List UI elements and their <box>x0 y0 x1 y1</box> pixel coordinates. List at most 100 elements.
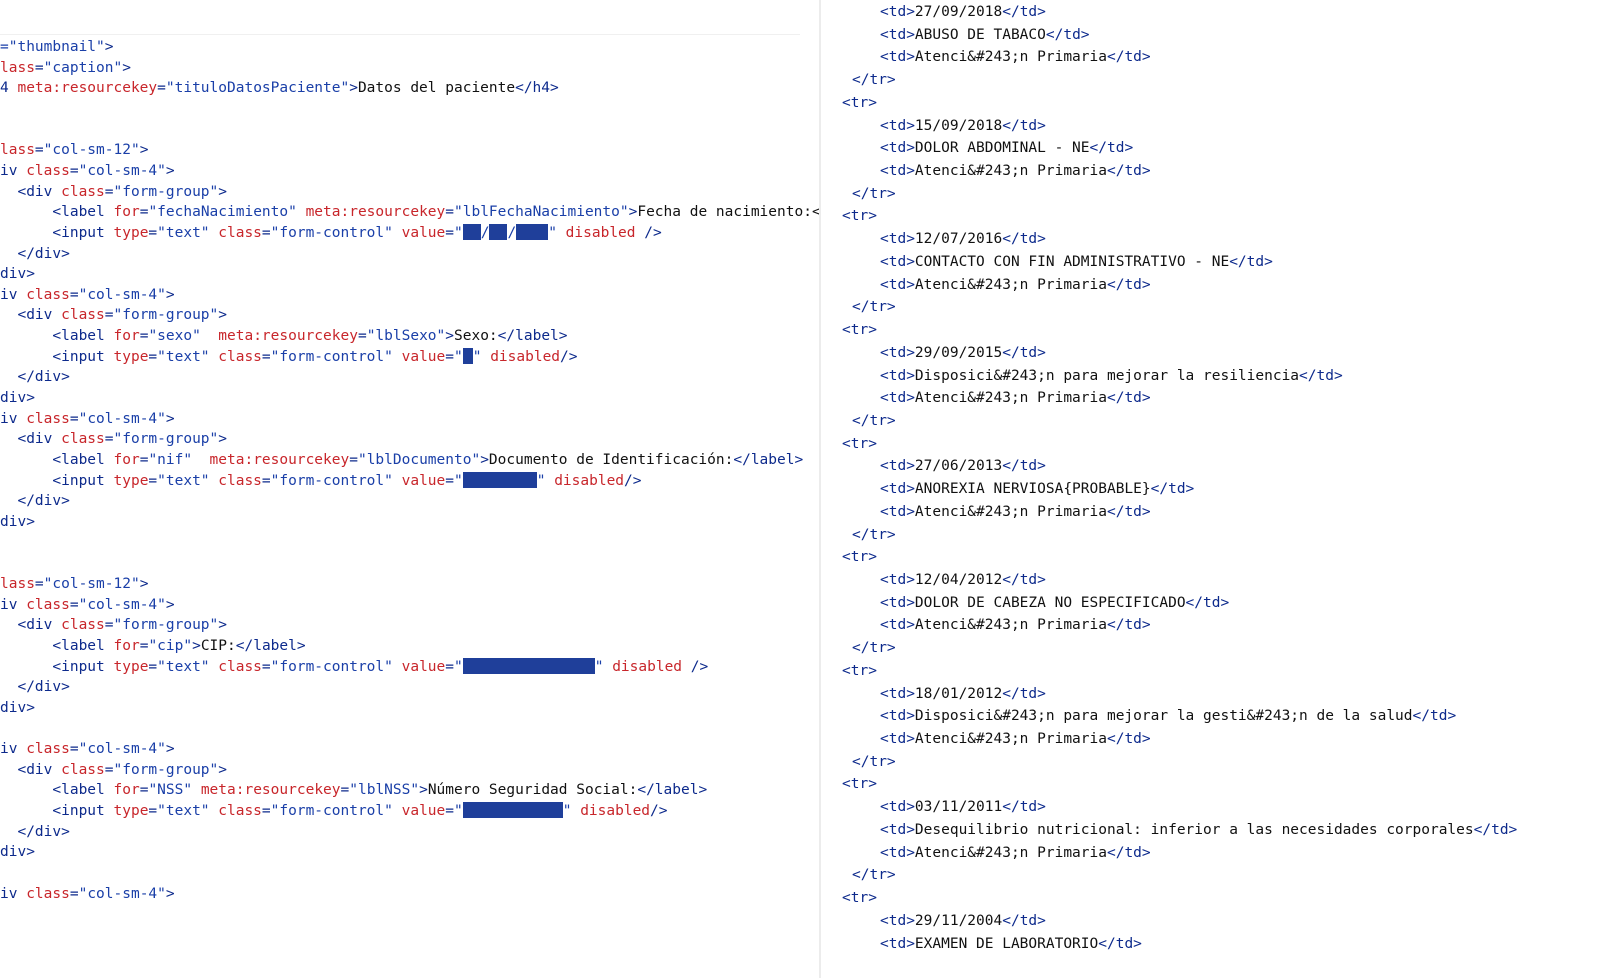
record-service: Atenci&#243;n Primaria <box>914 503 1107 520</box>
code-line: <td>15/09/2018</td> <box>880 116 1046 136</box>
tr-close-tag: </tr> <box>852 867 896 884</box>
code-token: > <box>165 286 175 303</box>
code-token: type <box>113 224 149 241</box>
code-token: meta:resourcekey <box>218 328 358 345</box>
code-line: <input type="text" class="form-control" … <box>0 471 642 491</box>
code-token: iv <box>0 410 27 427</box>
code-line: lass="caption"> <box>0 58 131 78</box>
pane-divider[interactable] <box>819 0 821 978</box>
code-line: <div class="form-group"> <box>0 182 227 202</box>
code-token: class <box>218 658 262 675</box>
code-token: class <box>26 885 70 902</box>
code-token: "form-group" <box>113 431 219 448</box>
code-line: div> <box>0 842 35 862</box>
code-token: = <box>69 162 79 179</box>
code-line: </tr> <box>852 297 896 317</box>
record-date: 03/11/2011 <box>914 799 1003 816</box>
code-token: iv <box>0 596 27 613</box>
record-description: ABUSO DE TABACO <box>914 26 1046 43</box>
code-token: </td> <box>1002 572 1046 588</box>
code-token: / <box>507 224 517 241</box>
record-service: Atenci&#243;n Primaria <box>914 844 1107 861</box>
code-token: </td> <box>1045 26 1090 43</box>
record-date: 27/06/2013 <box>914 458 1003 475</box>
code-token: </div> <box>0 823 70 840</box>
top-rule <box>0 34 800 35</box>
code-token: lass <box>0 59 35 76</box>
code-line: iv class="col-sm-4"> <box>0 739 175 759</box>
code-token: /> <box>690 658 709 675</box>
code-token: class <box>26 596 70 613</box>
code-token: "col-sm-4" <box>78 410 166 427</box>
code-token: for <box>113 204 140 221</box>
code-token: Documento de Identificación: <box>488 452 734 468</box>
code-token: </h4> <box>515 80 559 97</box>
code-token: " <box>454 472 463 489</box>
code-line: <tr> <box>842 320 877 340</box>
record-date: 29/09/2015 <box>914 344 1003 361</box>
code-token: </div> <box>0 369 70 386</box>
code-line: iv class="col-sm-4"> <box>0 161 175 181</box>
code-token: Datos del paciente <box>357 80 516 97</box>
code-line: 4 meta:resourcekey="tituloDatosPaciente"… <box>0 78 559 98</box>
code-token: </label> <box>497 328 568 345</box>
code-token: class <box>26 741 70 758</box>
code-token: " <box>536 472 555 489</box>
tr-open-tag: <tr> <box>842 890 877 907</box>
code-token: </div> <box>0 679 70 696</box>
code-token: "form-group" <box>113 761 219 778</box>
code-line: <input type="text" class="form-control" … <box>0 801 668 821</box>
code-token: /> <box>560 348 578 365</box>
code-token: <div <box>0 183 62 200</box>
code-token: <td> <box>880 912 915 929</box>
code-line: <label for="cip">CIP:</label> <box>0 636 305 656</box>
code-token: > <box>218 307 227 324</box>
code-token: "fechaNacimiento" <box>148 204 306 221</box>
code-token: iv <box>0 286 27 303</box>
code-token: = <box>261 348 271 365</box>
code-token: class <box>218 472 262 489</box>
code-token: </td> <box>1106 617 1151 634</box>
code-line: <div class="form-group"> <box>0 429 227 449</box>
code-token: class <box>26 162 70 179</box>
code-pane-left[interactable]: ="thumbnail"> lass="caption"> 4 meta:resou… <box>0 0 820 978</box>
code-token: class <box>218 224 262 241</box>
code-token: class <box>61 307 105 324</box>
code-line: <tr> <box>842 93 877 113</box>
code-token: div> <box>0 390 35 407</box>
record-date: 15/09/2018 <box>914 117 1003 134</box>
code-token: = <box>261 224 271 241</box>
code-line: </tr> <box>852 70 896 90</box>
code-token: = <box>34 59 44 76</box>
code-token: <td> <box>880 140 915 157</box>
code-token: class <box>61 761 105 778</box>
code-token: = <box>261 658 271 675</box>
code-token: </td> <box>1185 594 1230 611</box>
code-token: "lblFechaNacimiento" <box>454 204 629 221</box>
code-token: 4 <box>0 80 18 97</box>
code-token: <label <box>0 328 114 345</box>
code-token: <td> <box>880 4 915 20</box>
code-token: = <box>148 803 158 820</box>
record-service: Atenci&#243;n Primaria <box>914 276 1107 293</box>
code-token: for <box>113 452 140 468</box>
code-token: "col-sm-12" <box>43 142 140 159</box>
record-description: CONTACTO CON FIN ADMINISTRATIVO - NE <box>914 253 1230 270</box>
code-token: <td> <box>880 572 915 588</box>
code-token: = <box>445 472 454 489</box>
code-token: </td> <box>1106 163 1151 180</box>
record-date: 12/04/2012 <box>914 572 1003 588</box>
code-token: "col-sm-4" <box>78 885 166 902</box>
code-line: iv class="col-sm-4"> <box>0 409 175 429</box>
code-token: disabled <box>612 658 691 675</box>
code-pane-right[interactable]: <td>27/09/2018</td> <td>ABUSO DE TABACO</… <box>822 0 1600 978</box>
code-token: "text" <box>157 803 219 820</box>
code-token: /> <box>650 803 668 820</box>
code-token: disabled <box>490 348 561 365</box>
code-line: <div class="form-group"> <box>0 615 227 635</box>
tr-close-tag: </tr> <box>852 526 896 543</box>
code-line: iv class="col-sm-4"> <box>0 285 175 305</box>
code-token: " <box>454 803 463 820</box>
code-line: iv class="col-sm-4"> <box>0 595 175 615</box>
code-token: meta:resourcekey <box>200 782 341 799</box>
